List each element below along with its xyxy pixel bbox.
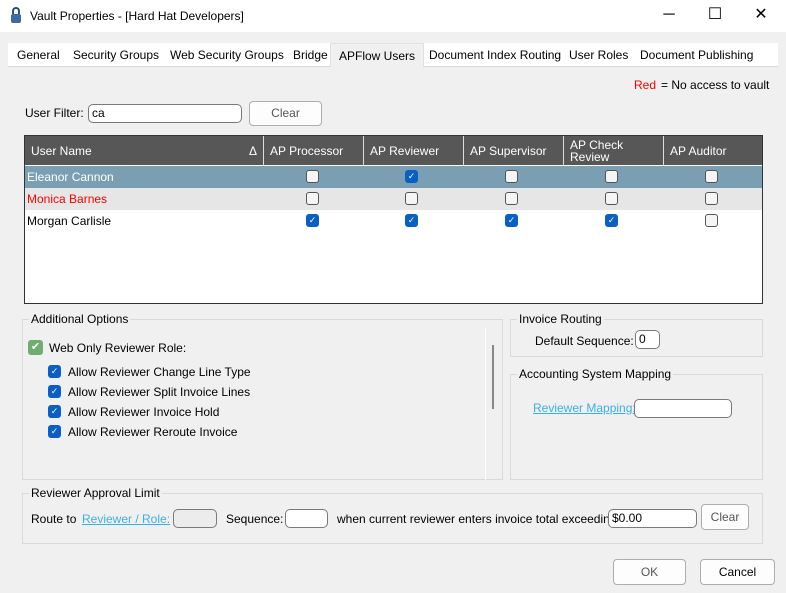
route-to-label: Route to (31, 512, 77, 526)
default-sequence-input[interactable]: 0 (635, 330, 660, 349)
divider (485, 328, 486, 480)
accounting-mapping-group: Accounting System Mapping Reviewer Mappi… (510, 367, 763, 480)
reviewer-role-input[interactable] (173, 509, 217, 528)
web-only-reviewer-label: Web Only Reviewer Role: (49, 341, 187, 355)
reviewer-mapping-link[interactable]: Reviewer Mapping: (533, 401, 636, 415)
col-ap-processor[interactable]: AP Processor (263, 136, 363, 165)
grid-header: User Name Δ AP Processor AP Reviewer AP S… (25, 136, 762, 165)
tab-bridge[interactable]: Bridge (285, 43, 336, 67)
invoice-routing-title: Invoice Routing (517, 312, 604, 326)
tab-bar: General Security Groups Web Security Gro… (8, 43, 778, 67)
option-label: Allow Reviewer Invoice Hold (68, 405, 220, 419)
col-user-name[interactable]: User Name Δ (25, 136, 263, 165)
checkbox[interactable]: ✓ (48, 405, 61, 418)
role-checkbox-ap-reviewer[interactable] (405, 192, 418, 205)
role-checkbox-ap-check-review[interactable] (605, 192, 618, 205)
role-checkbox-ap-supervisor[interactable] (505, 192, 518, 205)
cancel-button[interactable]: Cancel (700, 559, 775, 585)
role-checkbox-ap-processor[interactable]: ✓ (306, 214, 319, 227)
user-name-cell: Eleanor Cannon (27, 170, 114, 184)
tab-web-security-groups[interactable]: Web Security Groups (162, 43, 292, 67)
col-ap-supervisor[interactable]: AP Supervisor (463, 136, 563, 165)
table-row[interactable]: Eleanor Cannon ✓ (25, 166, 762, 188)
table-row[interactable]: Morgan Carlisle ✓ ✓ ✓ ✓ (25, 210, 762, 232)
checkbox[interactable]: ✓ (48, 425, 61, 438)
tab-document-index-routing[interactable]: Document Index Routing (421, 43, 569, 67)
user-filter-label: User Filter: (25, 106, 84, 120)
maximize-button[interactable]: ☐ (692, 0, 738, 32)
role-checkbox-ap-reviewer[interactable]: ✓ (405, 170, 418, 183)
role-checkbox-ap-auditor[interactable] (705, 214, 718, 227)
col-ap-auditor[interactable]: AP Auditor (663, 136, 762, 165)
title-bar: Vault Properties - [Hard Hat Developers]… (0, 0, 786, 32)
role-checkbox-ap-supervisor[interactable] (505, 170, 518, 183)
col-label: User Name (31, 143, 92, 158)
checkbox[interactable]: ✓ (48, 385, 61, 398)
role-checkbox-ap-supervisor[interactable]: ✓ (505, 214, 518, 227)
role-checkbox-ap-processor[interactable] (306, 170, 319, 183)
additional-options-title: Additional Options (29, 312, 131, 326)
window-title: Vault Properties - [Hard Hat Developers] (30, 9, 244, 23)
table-row[interactable]: Monica Barnes (25, 188, 762, 210)
accounting-mapping-title: Accounting System Mapping (517, 367, 674, 381)
role-checkbox-ap-check-review[interactable]: ✓ (605, 214, 618, 227)
minimize-button[interactable]: ─ (646, 0, 692, 32)
legend-red: Red (634, 78, 657, 92)
role-checkbox-ap-check-review[interactable] (605, 170, 618, 183)
ok-button[interactable]: OK (613, 559, 686, 585)
role-checkbox-ap-auditor[interactable] (705, 192, 718, 205)
invoice-routing-group: Invoice Routing Default Sequence: 0 (510, 312, 763, 357)
filter-clear-button[interactable]: Clear (249, 101, 322, 126)
role-checkbox-ap-auditor[interactable] (705, 170, 718, 183)
exceeding-label: when current reviewer enters invoice tot… (337, 512, 620, 526)
web-only-reviewer-checkbox[interactable]: ✔ (28, 340, 43, 355)
amount-input[interactable]: $0.00 (608, 509, 697, 528)
role-checkbox-ap-reviewer[interactable]: ✓ (405, 214, 418, 227)
tab-apflow-users[interactable]: APFlow Users (330, 43, 425, 67)
users-grid: User Name Δ AP Processor AP Reviewer AP S… (24, 135, 763, 304)
close-button[interactable]: ✕ (738, 0, 784, 32)
col-ap-check-review[interactable]: AP Check Review (563, 136, 663, 165)
tab-general[interactable]: General (9, 43, 68, 67)
option-label: Allow Reviewer Change Line Type (68, 365, 251, 379)
additional-options-group: Additional Options ✔ Web Only Reviewer R… (22, 312, 503, 480)
sort-ascending-icon: Δ (248, 143, 257, 158)
legend-text: = No access to vault (661, 78, 770, 92)
col-ap-reviewer[interactable]: AP Reviewer (363, 136, 463, 165)
reviewer-approval-limit-group: Reviewer Approval Limit Route to Reviewe… (22, 486, 763, 544)
tab-document-publishing[interactable]: Document Publishing (632, 43, 761, 67)
approval-limit-title: Reviewer Approval Limit (29, 486, 162, 500)
tab-user-roles[interactable]: User Roles (561, 43, 636, 67)
scrollbar-thumb[interactable] (492, 345, 494, 409)
reviewer-mapping-input[interactable] (634, 399, 732, 418)
role-checkbox-ap-processor[interactable] (306, 192, 319, 205)
user-name-cell: Monica Barnes (27, 192, 108, 206)
sequence-label: Sequence: (226, 512, 284, 526)
option-label: Allow Reviewer Split Invoice Lines (68, 385, 251, 399)
default-sequence-label: Default Sequence: (535, 334, 634, 348)
user-filter-input[interactable]: ca (88, 104, 242, 123)
option-label: Allow Reviewer Reroute Invoice (68, 425, 238, 439)
reviewer-role-link[interactable]: Reviewer / Role: (82, 512, 170, 526)
approval-clear-button[interactable]: Clear (701, 504, 749, 530)
vault-lock-icon (11, 7, 21, 23)
checkbox[interactable]: ✓ (48, 365, 61, 378)
sequence-input[interactable] (285, 509, 328, 528)
tab-security-groups[interactable]: Security Groups (65, 43, 167, 67)
user-name-cell: Morgan Carlisle (27, 214, 112, 228)
